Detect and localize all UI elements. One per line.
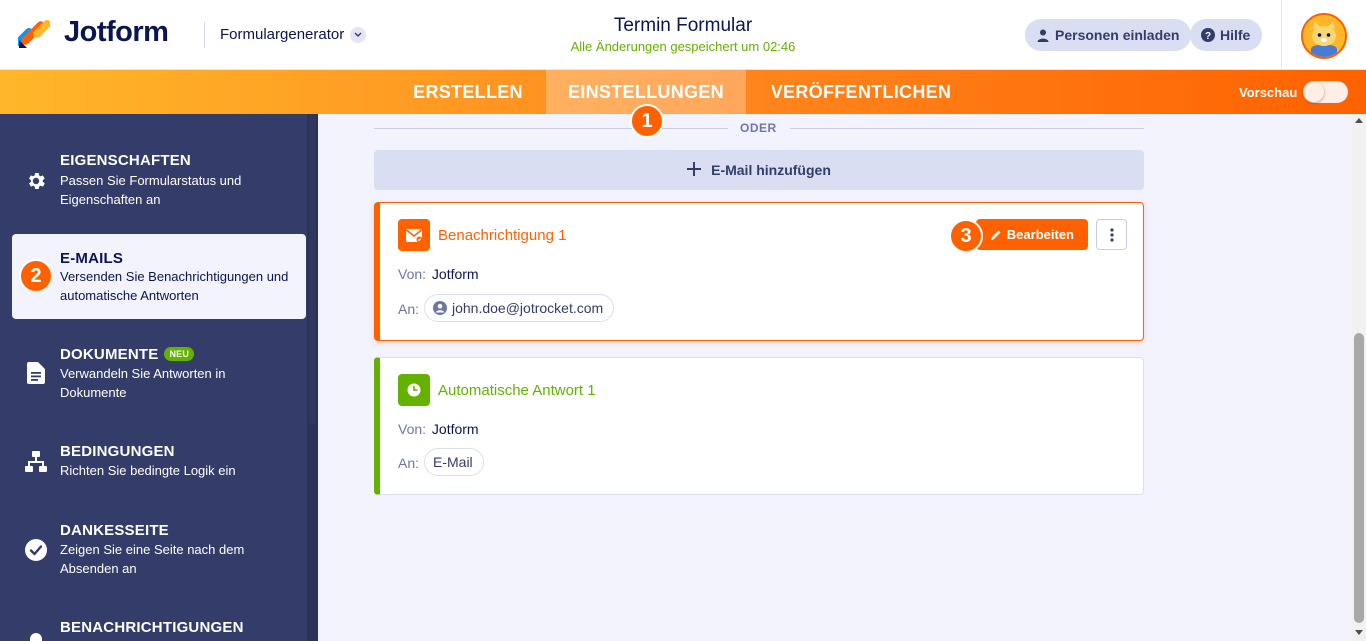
autoresponder-email-card[interactable]: Automatische Antwort 1 Von: Jotform An: … [374,357,1144,495]
from-row: Von: Jotform [398,421,479,437]
new-badge: NEU [164,347,195,361]
sidebar-title-text: DOKUMENTE [60,346,159,363]
document-icon [24,361,48,385]
sidebar-item-conditions[interactable]: BEDINGUNGEN Richten Sie bedingte Logik e… [12,432,306,492]
pencil-icon [990,229,1002,241]
main-content: ODER E-Mail hinzufügen Benachrichtigung … [318,114,1352,641]
invite-label: Personen einladen [1055,27,1180,43]
from-value: Jotform [431,421,479,437]
from-label: Von: [398,421,427,437]
add-email-label: E-Mail hinzufügen [711,162,831,178]
card-title: Benachrichtigung 1 [438,227,567,244]
svg-text:?: ? [1204,31,1210,42]
recipient-chip: E-Mail [424,448,484,476]
to-label: An: [398,301,420,317]
sidebar-item-notifications[interactable]: BENACHRICHTIGUNGEN [12,610,306,641]
preview-toggle[interactable] [1303,81,1348,103]
edit-label: Bearbeiten [1006,227,1074,242]
sitemap-icon [24,450,48,474]
check-circle-icon [24,538,48,562]
sidebar-item-title: BEDINGUNGEN [60,443,175,460]
user-avatar[interactable] [1301,13,1347,59]
sidebar-item-title: DOKUMENTE NEU [60,346,195,363]
invite-people-button[interactable]: Personen einladen [1025,19,1192,51]
more-options-button[interactable] [1096,219,1127,250]
recipient-field: E-Mail [433,454,473,470]
sidebar-item-title: BENACHRICHTIGUNGEN [60,619,244,636]
question-circle-icon: ? [1200,28,1215,43]
sidebar-item-desc: Richten Sie bedingte Logik ein [60,463,236,478]
sidebar-item-title: EIGENSCHAFTEN [60,152,191,169]
recipient-chip: john.doe@jotrocket.com [424,294,615,322]
gear-icon [24,169,48,193]
plus-icon [687,156,702,182]
step-marker-1: 1 [630,104,664,138]
sidebar-item-documents[interactable]: DOKUMENTE NEU Verwandeln Sie Antworten in… [12,332,306,412]
divider-line-right [790,128,1144,129]
toggle-knob [1304,82,1324,102]
step-marker-2: 2 [19,259,53,293]
sidebar-item-title: E-MAILS [60,250,124,267]
add-email-button[interactable]: E-Mail hinzufügen [374,150,1144,190]
sidebar-item-desc: Zeigen Sie eine Seite nach dem Absenden … [60,542,245,576]
sidebar-item-desc: Passen Sie Formularstatus und Eigenschaf… [60,173,242,207]
sidebar-item-title: DANKESSEITE [60,522,169,539]
from-label: Von: [398,266,427,282]
from-row: Von: Jotform [398,266,479,282]
from-value: Jotform [431,266,479,282]
sidebar-item-desc: Verwandeln Sie Antworten in Dokumente [60,366,226,400]
recipient-email: john.doe@jotrocket.com [452,300,604,316]
notification-email-card[interactable]: Benachrichtigung 1 Bearbeiten Von: Jotfo… [374,202,1144,341]
card-title: Automatische Antwort 1 [438,382,596,399]
help-label: Hilfe [1220,27,1251,43]
help-button[interactable]: ? Hilfe [1190,19,1263,51]
builder-tab-bar: ERSTELLEN EINSTELLUNGEN VERÖFFENTLICHEN … [0,70,1366,114]
header-divider-right [1281,0,1282,70]
sidebar-item-thank-you-page[interactable]: DANKESSEITE Zeigen Sie eine Seite nach d… [12,512,306,592]
user-circle-icon [433,301,447,315]
to-label: An: [398,455,420,471]
user-icon [1035,28,1050,43]
step-marker-3: 3 [949,219,983,253]
kebab-menu-icon [1109,227,1114,242]
scroll-down-arrow-icon[interactable] [1355,630,1363,635]
main-scrollbar-thumb[interactable] [1354,333,1364,623]
bell-icon [24,630,48,641]
sidebar-item-emails[interactable]: E-MAILS Versenden Sie Benachrichtigungen… [12,234,306,319]
settings-sidebar: EIGENSCHAFTEN Passen Sie Formularstatus … [0,114,318,641]
sidebar-item-desc: Versenden Sie Benachrichtigungen und aut… [60,269,289,303]
edit-button[interactable]: Bearbeiten [976,219,1088,250]
autoresponder-clock-icon [398,374,430,406]
scroll-up-arrow-icon[interactable] [1355,118,1363,123]
tab-create[interactable]: ERSTELLEN [392,70,544,114]
top-header: Jotform Formulargenerator Termin Formula… [0,0,1366,70]
tab-publish[interactable]: VERÖFFENTLICHEN [748,70,974,114]
preview-label: Vorschau [1239,85,1298,100]
or-divider-label: ODER [740,121,777,135]
sidebar-scrollbar-thumb[interactable] [309,114,316,424]
sidebar-item-properties[interactable]: EIGENSCHAFTEN Passen Sie Formularstatus … [12,136,306,216]
email-notification-icon [398,219,430,251]
divider-line-left [374,128,728,129]
